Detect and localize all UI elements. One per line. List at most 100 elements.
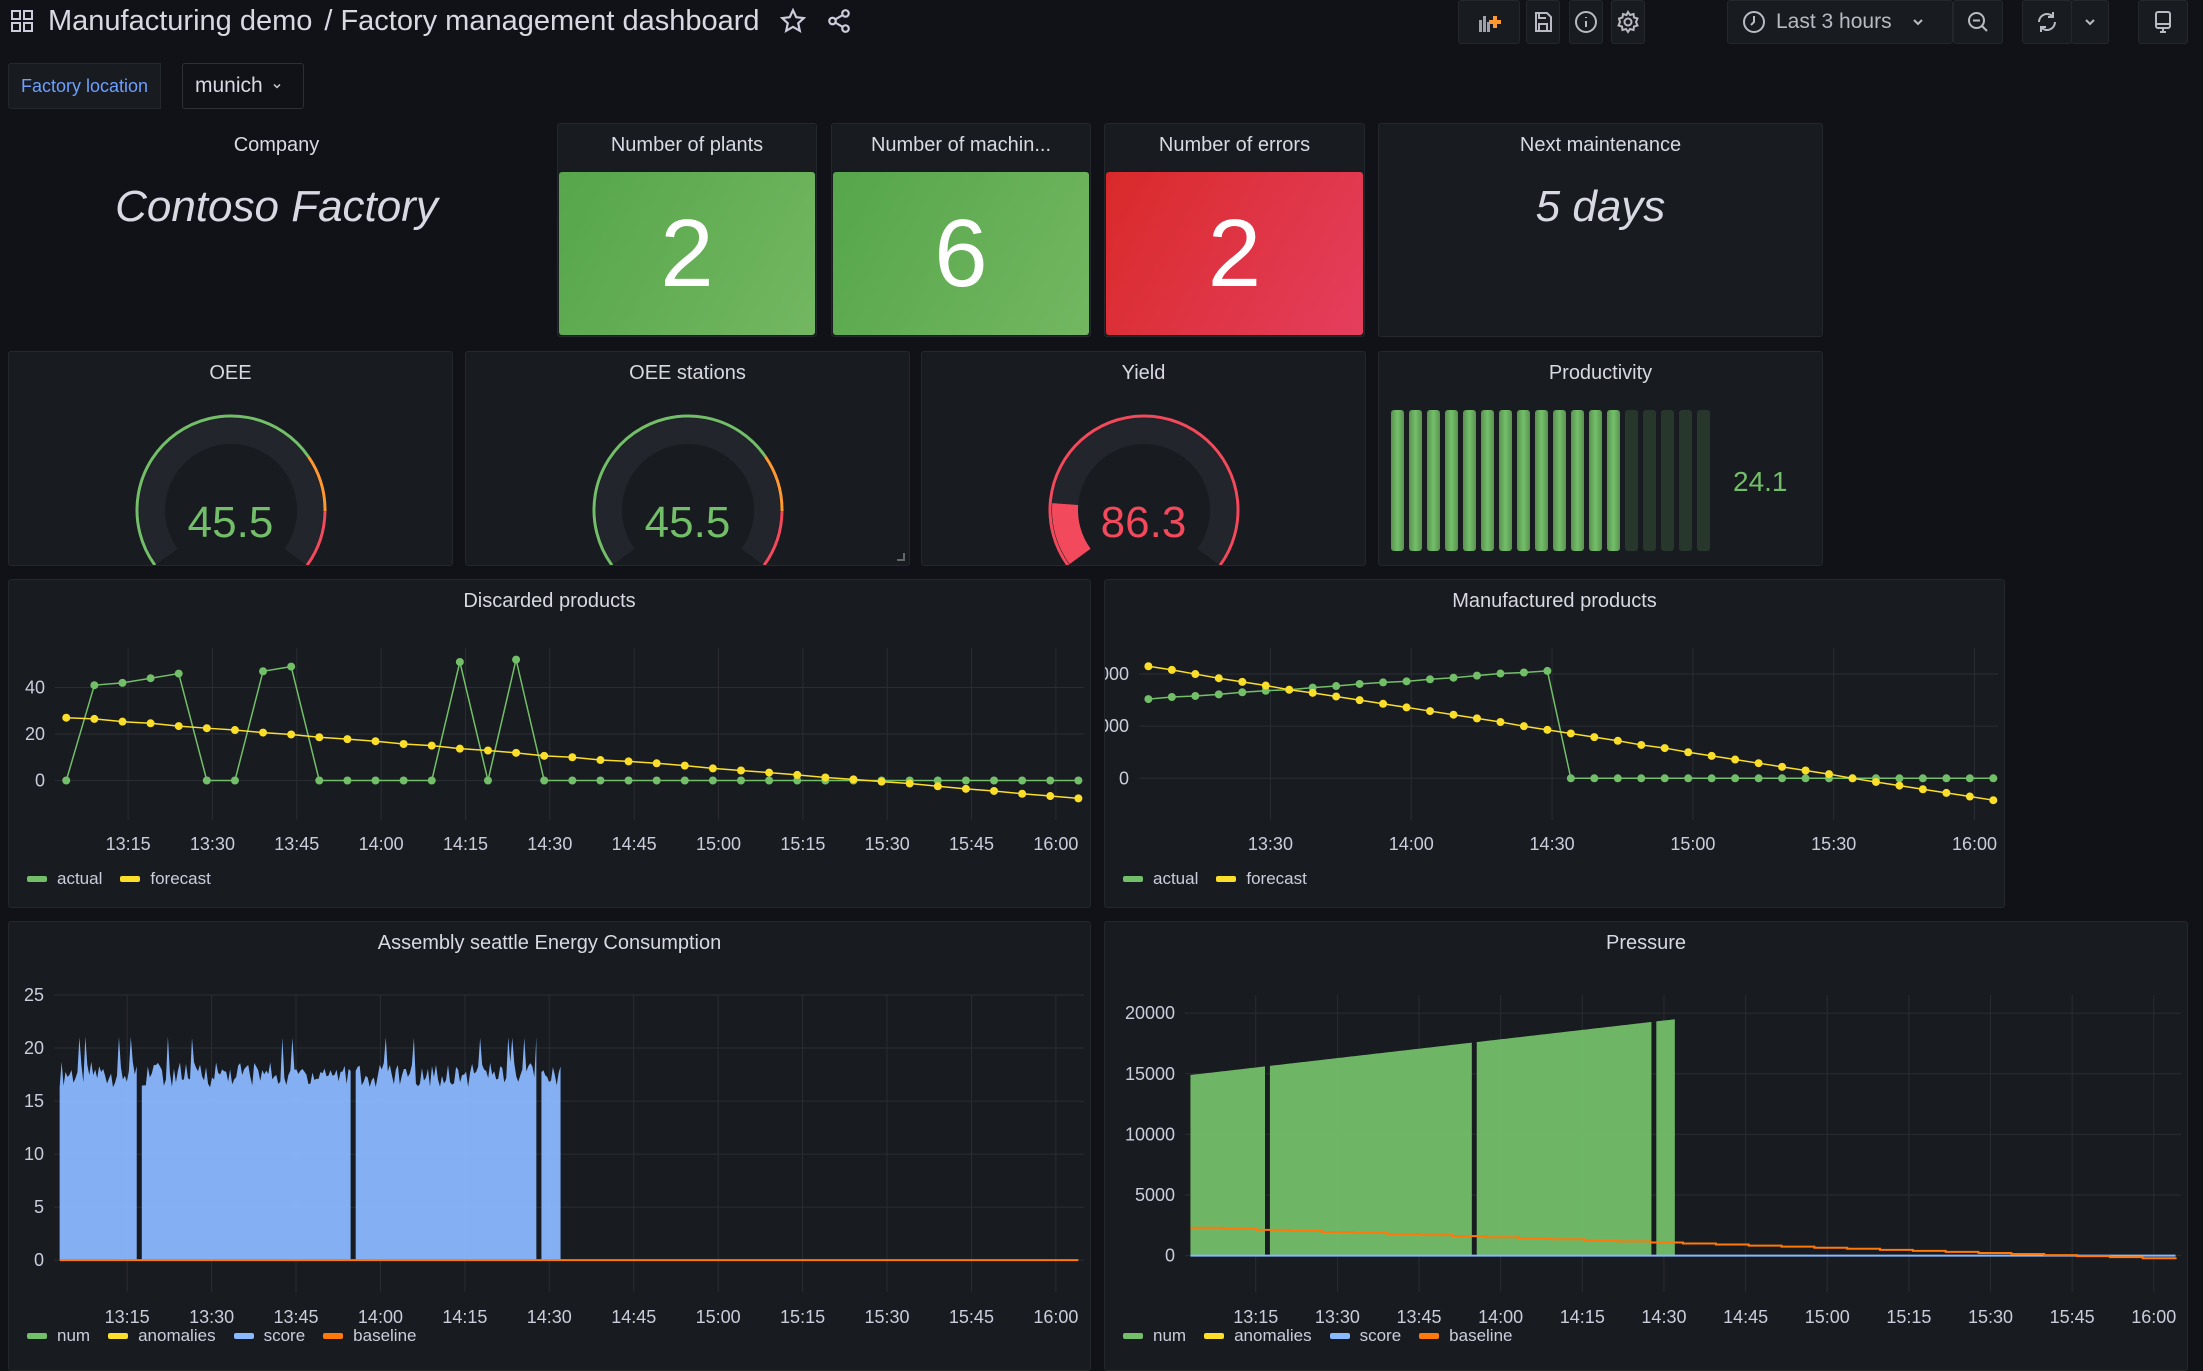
resize-handle[interactable] (897, 553, 905, 561)
zoom-out-button[interactable] (1953, 0, 2003, 44)
legend-item-forecast[interactable]: forecast (120, 869, 211, 889)
folder-link[interactable]: Manufacturing demo (48, 5, 312, 38)
x-tick-label: 15:45 (949, 834, 994, 854)
legend-item-anomalies[interactable]: anomalies (108, 1326, 216, 1346)
legend-item-score[interactable]: score (233, 1326, 305, 1346)
data-point-actual (1426, 675, 1435, 684)
panel-productivity[interactable]: Productivity 24.1 (1378, 351, 1823, 566)
factory-location-select[interactable]: munich (182, 63, 304, 109)
series-area-score (355, 1036, 537, 1261)
legend-swatch (1204, 1333, 1225, 1339)
dashboard-info-button[interactable] (1569, 0, 1603, 44)
panel-oee-stations[interactable]: OEE stations 45.5 (465, 351, 910, 566)
data-point-actual (455, 657, 464, 666)
data-point-forecast (62, 713, 71, 722)
x-tick-label: 14:00 (1389, 834, 1434, 854)
pressure-chart: 0 5000 10000 15000 20000 13:15 13:30 13:45 14:00… (1125, 995, 2181, 1327)
data-point-forecast (230, 726, 239, 735)
data-point-forecast (427, 741, 436, 750)
share-icon[interactable] (826, 8, 852, 34)
data-point-forecast (990, 786, 999, 795)
data-point-actual (1543, 666, 1552, 675)
legend-item-baseline[interactable]: baseline (1419, 1326, 1512, 1346)
save-dashboard-button[interactable] (1526, 0, 1560, 44)
x-tick-label: 15:45 (2050, 1307, 2095, 1327)
time-range-picker[interactable]: Last 3 hours (1727, 0, 1953, 44)
panel-yield[interactable]: Yield 86.3 (921, 351, 1366, 566)
chart-legend: num anomalies score baseline (1123, 1326, 1512, 1346)
data-point-actual (62, 776, 71, 785)
bar-gauge-cell (1679, 410, 1692, 551)
breadcrumb: Manufacturing demo / Factory management … (10, 2, 852, 40)
legend-item-actual[interactable]: actual (27, 869, 102, 889)
data-point-forecast (1613, 736, 1622, 745)
panel-company[interactable]: Company Contoso Factory (8, 123, 545, 337)
y-tick-label: 2000 (1105, 664, 1129, 684)
data-point-actual (765, 776, 774, 785)
data-point-forecast (905, 779, 914, 788)
tv-mode-button[interactable] (2138, 0, 2188, 44)
data-point-forecast (1895, 781, 1904, 790)
productivity-bar-gauge (1391, 410, 1710, 551)
panel-manufactured-products[interactable]: Manufactured products 01000200013:3014:0… (1104, 579, 2005, 908)
data-point-forecast (315, 733, 324, 742)
legend-item-anomalies[interactable]: anomalies (1204, 1326, 1312, 1346)
panel-energy-consumption[interactable]: Assembly seattle Energy Consumption 0 5 10… (8, 921, 1091, 1371)
stat-value: 2 (1106, 172, 1363, 335)
panel-oee[interactable]: OEE 45.5 (8, 351, 453, 566)
legend-label: score (1359, 1326, 1402, 1345)
legend-item-num[interactable]: num (27, 1326, 90, 1346)
panel-title: Productivity (1548, 362, 1653, 384)
bar-gauge-cell (1661, 410, 1674, 551)
legend-item-baseline[interactable]: baseline (323, 1326, 416, 1346)
panel-title: Company (233, 134, 320, 156)
data-point-forecast (343, 735, 352, 744)
data-point-actual (1895, 774, 1904, 783)
x-tick-label: 14:00 (1478, 1307, 1523, 1327)
legend-swatch (120, 876, 141, 882)
x-tick-label: 15:45 (949, 1307, 994, 1327)
refresh-interval-dropdown[interactable] (2071, 0, 2109, 44)
data-point-forecast (624, 757, 633, 766)
panel-number-of-plants[interactable]: Number of plants 2 (557, 123, 817, 337)
panel-next-maintenance[interactable]: Next maintenance 5 days (1378, 123, 1823, 337)
manufactured-chart: 0 1000 2000 13:30 14:00 14:30 15:00 15:30 16:00 (1105, 648, 1998, 854)
panel-number-of-errors[interactable]: Number of errors 2 (1104, 123, 1365, 337)
x-tick-label: 15:15 (780, 1307, 825, 1327)
legend-item-score[interactable]: score (1329, 1326, 1402, 1346)
data-point-forecast (1496, 718, 1505, 727)
data-point-actual (230, 776, 239, 785)
panel-number-of-machines[interactable]: Number of machin... 6 (831, 123, 1091, 337)
x-tick-label: 13:15 (1233, 1307, 1278, 1327)
data-point-actual (596, 776, 605, 785)
panel-pressure[interactable]: Pressure 0 5000 10000 15000 20000 13:15 13:30 1… (1104, 921, 2188, 1371)
y-tick-label: 10 (24, 1144, 44, 1164)
dashboard-settings-button[interactable] (1611, 0, 1645, 44)
time-range-label: Last 3 hours (1776, 10, 1892, 33)
data-point-actual (1018, 776, 1027, 785)
data-point-actual (1144, 695, 1153, 704)
x-tick-label: 14:15 (442, 1307, 487, 1327)
data-point-actual (1731, 774, 1740, 783)
legend-item-actual[interactable]: actual (1123, 869, 1198, 889)
factory-location-value: munich (195, 74, 263, 97)
dashboards-grid-icon[interactable] (10, 9, 34, 33)
x-tick-label: 13:45 (1397, 1307, 1442, 1327)
legend-item-num[interactable]: num (1123, 1326, 1186, 1346)
dashboard-title: Factory management dashboard (340, 4, 760, 37)
data-point-actual (90, 681, 99, 690)
data-point-actual (1684, 774, 1693, 783)
data-point-forecast (1355, 696, 1364, 705)
legend-item-forecast[interactable]: forecast (1216, 869, 1307, 889)
star-icon[interactable] (779, 8, 806, 34)
save-icon (1535, 12, 1552, 32)
x-tick-label: 13:30 (189, 1307, 234, 1327)
add-panel-button[interactable] (1458, 0, 1520, 44)
refresh-button[interactable] (2022, 0, 2072, 44)
x-tick-label: 15:30 (865, 834, 910, 854)
chevron-down-icon (273, 83, 281, 89)
bar-gauge-value: 24.1 (1733, 466, 1788, 497)
panel-discarded-products[interactable]: Discarded products 0 20 40 13:15 13:30 13:45 1… (8, 579, 1091, 908)
data-point-actual (1074, 776, 1083, 785)
x-tick-label: 16:00 (1033, 834, 1078, 854)
